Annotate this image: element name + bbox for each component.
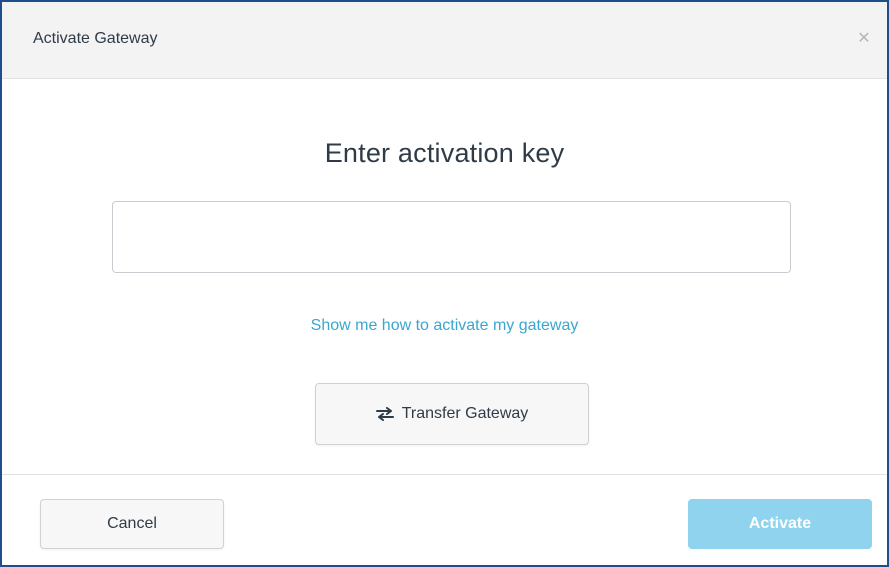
transfer-gateway-button[interactable]: Transfer Gateway [315, 383, 589, 445]
cancel-button[interactable]: Cancel [40, 499, 224, 549]
footer-divider [2, 474, 887, 475]
close-button[interactable]: ✕ [853, 28, 875, 50]
activate-button[interactable]: Activate [688, 499, 872, 549]
dialog-header: Activate Gateway ✕ [2, 2, 887, 79]
show-me-how-link[interactable]: Show me how to activate my gateway [2, 317, 887, 335]
page-title: Enter activation key [324, 138, 565, 168]
activation-key-input[interactable] [112, 201, 791, 273]
dialog-title: Activate Gateway [33, 30, 158, 47]
activate-gateway-dialog: Activate Gateway ✕ Enter activation key … [0, 0, 889, 567]
close-icon: ✕ [857, 30, 871, 47]
transfer-gateway-label: Transfer Gateway [401, 405, 529, 422]
swap-arrows-icon [375, 407, 394, 421]
